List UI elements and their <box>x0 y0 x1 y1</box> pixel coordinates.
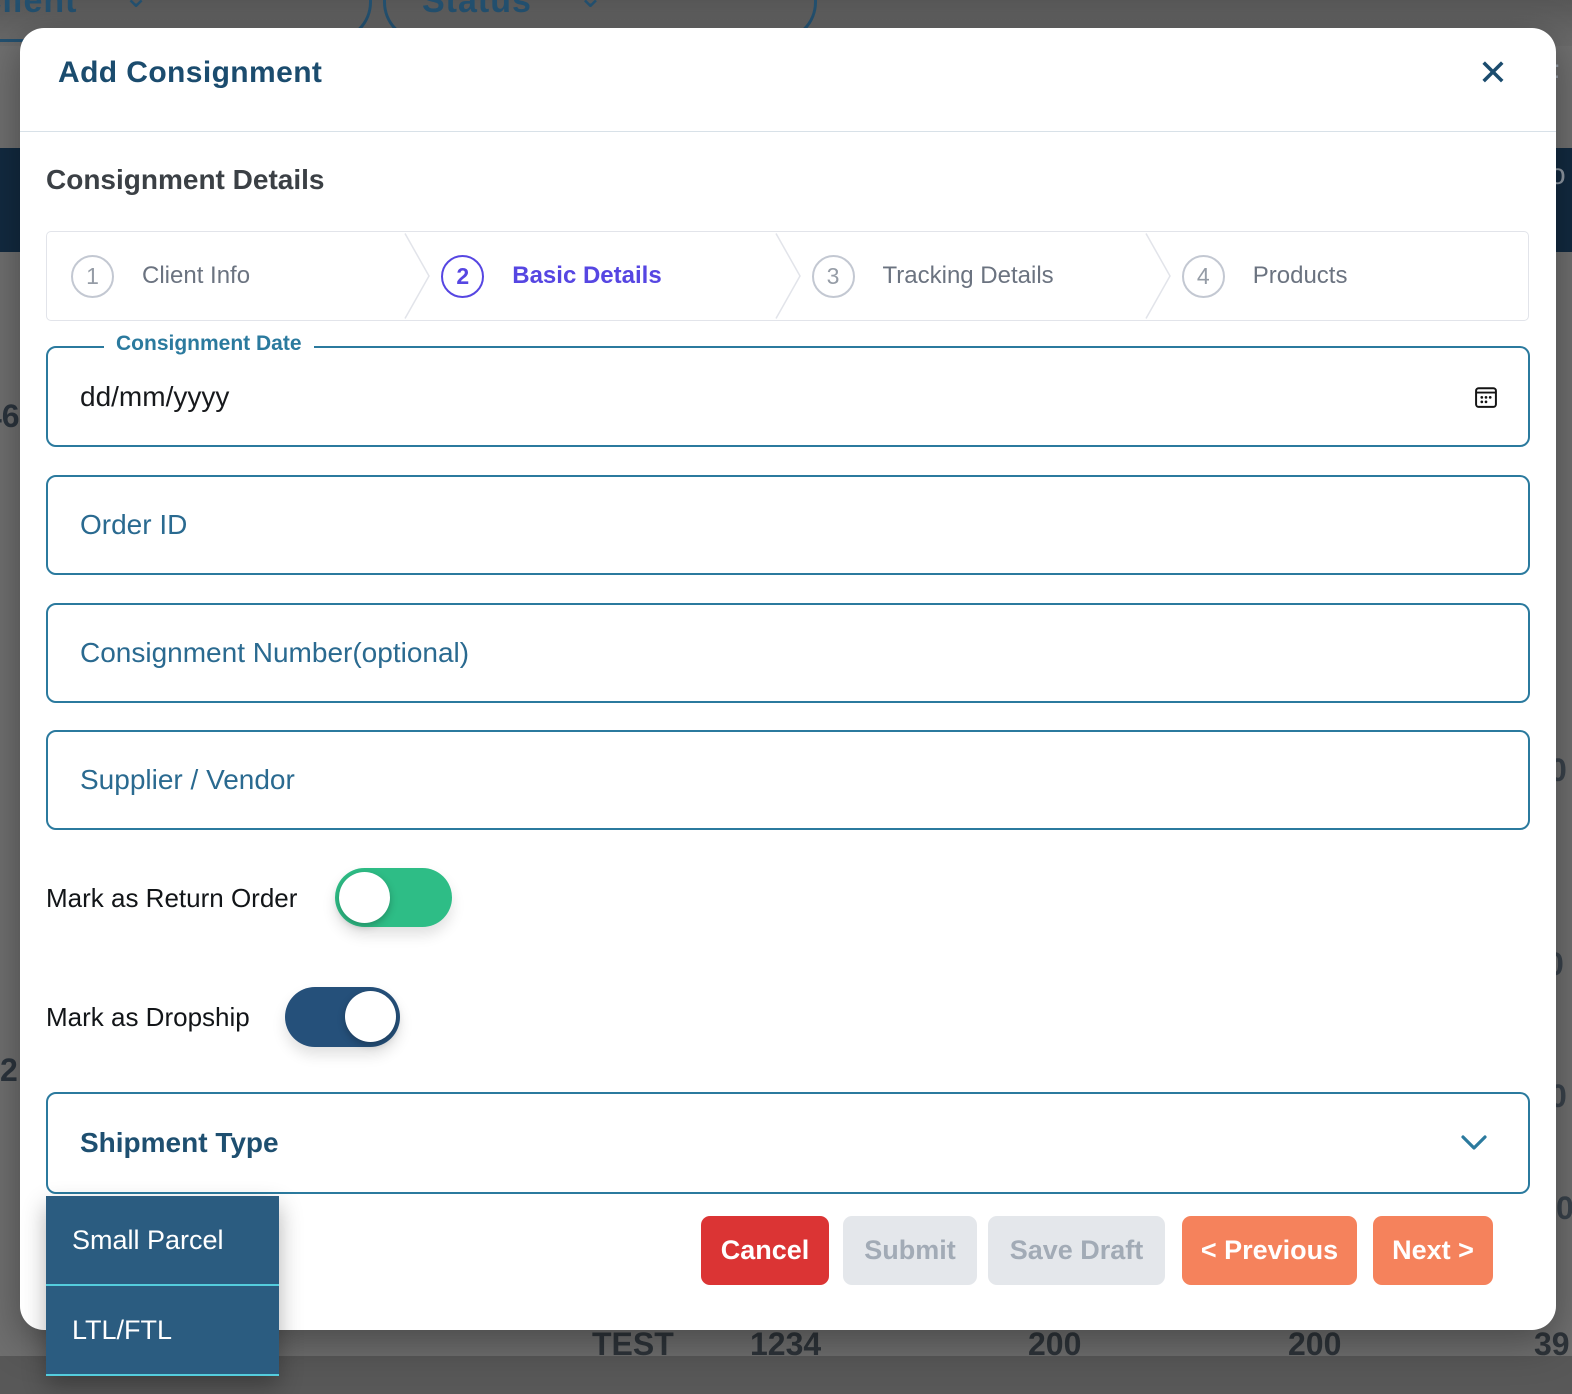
dropship-toggle-label: Mark as Dropship <box>46 1002 250 1033</box>
order-id-input[interactable]: Order ID <box>46 475 1530 575</box>
bg-cell: 200 <box>1028 1326 1081 1356</box>
bg-cell: 1234 <box>750 1326 821 1356</box>
shipment-type-select[interactable]: Shipment Type <box>46 1092 1530 1194</box>
status-filter-label: Status <box>422 0 532 21</box>
toggle-knob <box>345 991 396 1042</box>
modal-title: Add Consignment <box>58 56 322 90</box>
bg-text-fragment: 46 <box>0 398 20 435</box>
step-label: Products <box>1253 262 1348 290</box>
screen: Client ⌄ Status ⌄ 46 2 F o 0 0 0 0 TEST … <box>0 0 1572 1394</box>
step-separator <box>1145 232 1171 320</box>
submit-button: Submit <box>843 1216 977 1285</box>
bg-cell: 39 <box>1534 1326 1570 1356</box>
cancel-button[interactable]: Cancel <box>701 1216 829 1285</box>
next-button[interactable]: Next > <box>1373 1216 1493 1285</box>
step-number: 2 <box>441 255 484 298</box>
order-id-placeholder: Order ID <box>80 509 187 541</box>
bg-cell: 200 <box>1288 1326 1341 1356</box>
step-separator <box>404 232 430 320</box>
supplier-vendor-input[interactable]: Supplier / Vendor <box>46 730 1530 830</box>
dropdown-option-ltl-ftl[interactable]: LTL/FTL <box>46 1286 279 1374</box>
calendar-icon[interactable] <box>1472 383 1500 411</box>
consignment-date-label: Consignment Date <box>104 332 314 356</box>
header-divider <box>20 131 1556 132</box>
consignment-date-input[interactable]: Consignment Date dd/mm/yyyy <box>46 346 1530 447</box>
supplier-vendor-placeholder: Supplier / Vendor <box>80 764 295 796</box>
close-icon[interactable]: ✕ <box>1472 54 1514 92</box>
client-filter-label: Client <box>0 0 77 21</box>
step-client-info[interactable]: 1 Client Info <box>47 232 417 320</box>
step-number: 1 <box>71 255 114 298</box>
step-label: Client Info <box>142 262 250 290</box>
chevron-down-icon: ⌄ <box>123 0 148 15</box>
chevron-down-icon: ⌄ <box>578 0 603 15</box>
bg-text-fragment: 0 <box>1556 1190 1572 1227</box>
consignment-number-input[interactable]: Consignment Number(optional) <box>46 603 1530 703</box>
dropdown-option-small-parcel[interactable]: Small Parcel <box>46 1196 279 1284</box>
toggle-knob <box>339 872 390 923</box>
return-order-toggle[interactable] <box>335 868 452 927</box>
dropship-toggle[interactable] <box>285 987 400 1047</box>
bg-text-fragment: 2 <box>0 1052 18 1089</box>
step-number: 3 <box>812 255 855 298</box>
add-consignment-modal: Add Consignment ✕ Consignment Details 1 … <box>20 28 1556 1330</box>
step-label: Tracking Details <box>883 262 1054 290</box>
previous-button[interactable]: < Previous <box>1182 1216 1357 1285</box>
step-products[interactable]: 4 Products <box>1158 232 1528 320</box>
step-tracking-details[interactable]: 3 Tracking Details <box>788 232 1158 320</box>
step-number: 4 <box>1182 255 1225 298</box>
consignment-date-value: dd/mm/yyyy <box>80 381 229 413</box>
shipment-type-dropdown: Small Parcel LTL/FTL <box>46 1196 279 1376</box>
section-heading: Consignment Details <box>46 164 324 196</box>
return-order-toggle-label: Mark as Return Order <box>46 883 297 914</box>
bg-cell: TEST <box>592 1326 674 1356</box>
step-basic-details[interactable]: 2 Basic Details <box>417 232 787 320</box>
consignment-number-placeholder: Consignment Number(optional) <box>80 637 469 669</box>
step-label: Basic Details <box>512 262 661 290</box>
step-separator <box>775 232 801 320</box>
shipment-type-placeholder: Shipment Type <box>80 1127 279 1159</box>
stepper: 1 Client Info 2 Basic Details 3 Tracking… <box>46 231 1529 321</box>
chevron-down-icon <box>1460 1134 1488 1152</box>
save-draft-button: Save Draft <box>988 1216 1165 1285</box>
